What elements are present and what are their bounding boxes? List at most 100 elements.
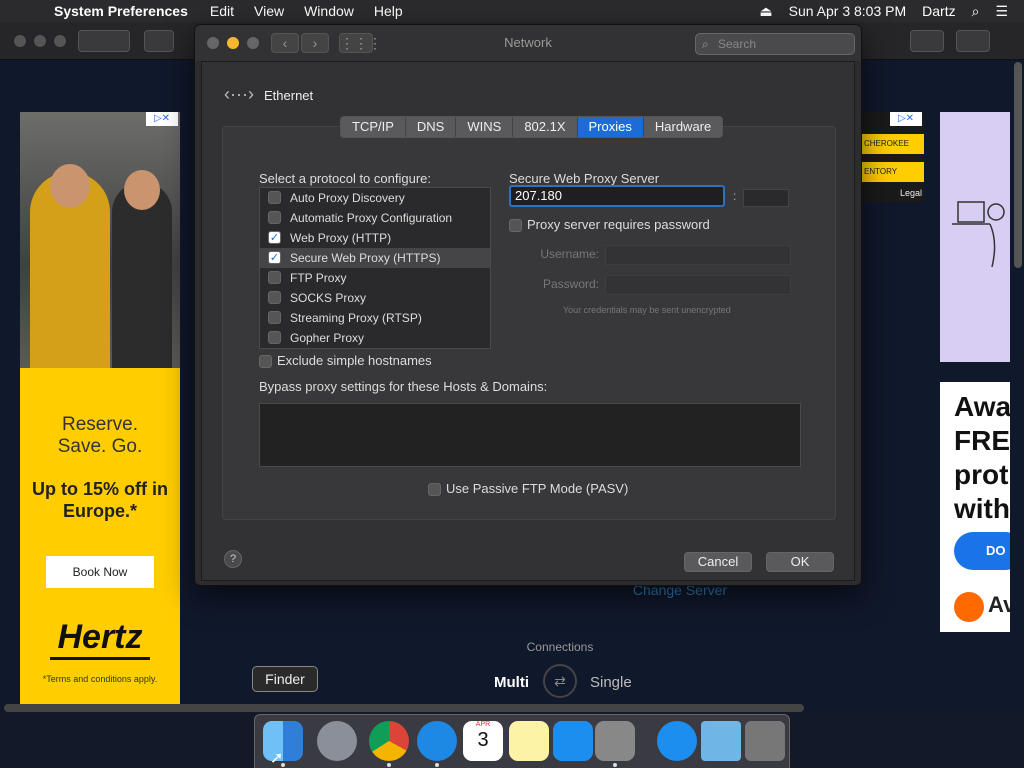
protocol-gopher-proxy[interactable]: Gopher Proxy: [260, 328, 490, 348]
protocol-checkbox[interactable]: ✓: [268, 251, 281, 264]
folder-icon[interactable]: [701, 721, 741, 761]
menu-clock[interactable]: Sun Apr 3 8:03 PM: [789, 3, 907, 19]
close-dot-icon[interactable]: [14, 35, 26, 47]
protocol-label-text: Auto Proxy Discovery: [290, 191, 405, 205]
tabs-icon[interactable]: [956, 30, 990, 52]
minimize-dot-icon[interactable]: [34, 35, 46, 47]
menu-help[interactable]: Help: [374, 3, 403, 19]
passive-ftp-option[interactable]: Use Passive FTP Mode (PASV): [428, 481, 628, 496]
help-button[interactable]: ?: [224, 550, 242, 568]
protocol-automatic-proxy-configuration[interactable]: Automatic Proxy Configuration: [260, 208, 490, 228]
ad-line-1: CHEROKEE: [862, 134, 924, 154]
tab-proxies[interactable]: Proxies: [577, 117, 644, 137]
protocol-auto-proxy-discovery[interactable]: Auto Proxy Discovery: [260, 188, 490, 208]
protocol-socks-proxy[interactable]: SOCKS Proxy: [260, 288, 490, 308]
swap-icon[interactable]: ⇄: [543, 664, 577, 698]
launchpad-icon[interactable]: [317, 721, 357, 761]
hertz-ad[interactable]: Reserve. Save. Go. Up to 15% off in Euro…: [20, 112, 180, 712]
trash-icon[interactable]: [745, 721, 785, 761]
requires-password-checkbox[interactable]: [509, 219, 522, 232]
book-now-button[interactable]: Book Now: [46, 556, 154, 588]
ad-cta-button[interactable]: DO: [954, 532, 1010, 570]
calendar-day: 3: [477, 729, 489, 751]
app-store-downloads-icon[interactable]: [657, 721, 697, 761]
menu-window[interactable]: Window: [304, 3, 354, 19]
title-bar: ‹ › ⋮⋮⋮ Network ⌕ Search: [195, 25, 861, 61]
tab-tcpip[interactable]: TCP/IP: [341, 117, 406, 137]
username-label: Username:: [540, 247, 599, 261]
calendar-icon[interactable]: APR 3: [463, 721, 503, 761]
multi-option[interactable]: Multi: [494, 674, 529, 691]
tab-bar: TCP/IP DNS WINS 802.1X Proxies Hardware: [340, 116, 724, 138]
eject-icon[interactable]: ⏏: [759, 3, 772, 20]
running-indicator: [613, 763, 617, 767]
protocol-ftp-proxy[interactable]: FTP Proxy: [260, 268, 490, 288]
system-preferences-icon[interactable]: [595, 721, 635, 761]
share-icon[interactable]: [910, 30, 944, 52]
password-input[interactable]: [605, 275, 791, 295]
protocol-checkbox[interactable]: [268, 211, 281, 224]
back-forward-buttons[interactable]: [78, 30, 130, 52]
ad-brand: Av: [988, 592, 1010, 617]
proxy-server-input[interactable]: 207.180: [509, 185, 725, 207]
adchoices-icon[interactable]: ▷✕: [890, 112, 922, 126]
running-indicator: [435, 763, 439, 767]
single-option[interactable]: Single: [590, 674, 632, 691]
app-store-icon[interactable]: [553, 721, 593, 761]
protocol-secure-web-proxy-https[interactable]: ✓ Secure Web Proxy (HTTPS): [260, 248, 490, 268]
protocol-checkbox[interactable]: [268, 331, 281, 344]
notification-center-icon[interactable]: ☰: [995, 3, 1008, 20]
zoom-dot-icon[interactable]: [54, 35, 66, 47]
mouse-cursor-icon: ➚: [270, 750, 284, 767]
notes-icon[interactable]: [509, 721, 549, 761]
vertical-scrollbar[interactable]: [1014, 62, 1022, 268]
protocol-checkbox[interactable]: [268, 191, 281, 204]
tab-dns[interactable]: DNS: [406, 117, 457, 137]
credentials-warning: Your credentials may be sent unencrypted: [563, 305, 731, 315]
illustration-ad[interactable]: [940, 112, 1010, 362]
protocol-streaming-proxy-rtsp[interactable]: Streaming Proxy (RTSP): [260, 308, 490, 328]
bypass-label: Bypass proxy settings for these Hosts & …: [259, 379, 548, 394]
search-input[interactable]: ⌕ Search: [695, 33, 855, 55]
horizontal-scrollbar[interactable]: [4, 704, 804, 712]
network-window: ‹ › ⋮⋮⋮ Network ⌕ Search ‹···› Ethernet …: [194, 24, 862, 586]
proxy-port-input[interactable]: [743, 189, 789, 207]
protocol-checkbox[interactable]: [268, 271, 281, 284]
passive-ftp-checkbox[interactable]: [428, 483, 441, 496]
requires-password-option[interactable]: Proxy server requires password: [509, 217, 710, 232]
protocol-checkbox[interactable]: ✓: [268, 231, 281, 244]
proxy-sheet: ‹···› Ethernet Select a protocol to conf…: [201, 61, 855, 581]
hertz-logo: Hertz: [57, 618, 143, 656]
menu-view[interactable]: View: [254, 3, 284, 19]
safari-icon[interactable]: [417, 721, 457, 761]
exclude-simple-hostnames-option[interactable]: Exclude simple hostnames: [259, 353, 432, 368]
exclude-simple-checkbox[interactable]: [259, 355, 272, 368]
menu-user[interactable]: Dartz: [922, 3, 955, 19]
cancel-button[interactable]: Cancel: [684, 552, 752, 572]
protocol-label: Select a protocol to configure:: [259, 171, 431, 186]
security-ad[interactable]: Awa FRE prot with DO Av: [940, 382, 1010, 632]
protocol-web-proxy-http[interactable]: ✓ Web Proxy (HTTP): [260, 228, 490, 248]
tab-hardware[interactable]: Hardware: [644, 117, 722, 137]
ok-button[interactable]: OK: [766, 552, 834, 572]
tab-8021x[interactable]: 802.1X: [513, 117, 578, 137]
sidebar-toggle-icon[interactable]: [144, 30, 174, 52]
tab-wins[interactable]: WINS: [456, 117, 514, 137]
protocol-label-text: Web Proxy (HTTP): [290, 231, 392, 245]
adchoices-icon[interactable]: ▷✕: [146, 112, 178, 126]
username-input[interactable]: [605, 245, 791, 265]
protocol-checkbox[interactable]: [268, 291, 281, 304]
search-icon: ⌕: [702, 37, 709, 51]
ad-legal[interactable]: Legal: [900, 188, 922, 198]
search-placeholder: Search: [718, 37, 757, 51]
protocol-checkbox[interactable]: [268, 311, 281, 324]
menu-edit[interactable]: Edit: [210, 3, 234, 19]
ad-terms: *Terms and conditions apply.: [42, 674, 158, 684]
bypass-textarea[interactable]: [259, 403, 801, 467]
ethernet-icon: ‹···›: [224, 84, 254, 104]
protocol-list[interactable]: Auto Proxy Discovery Automatic Proxy Con…: [259, 187, 491, 349]
spotlight-icon[interactable]: ⌕: [972, 3, 980, 20]
calendar-month: APR: [475, 721, 491, 728]
chrome-icon[interactable]: [369, 721, 409, 761]
menu-app-name[interactable]: System Preferences: [54, 3, 188, 19]
